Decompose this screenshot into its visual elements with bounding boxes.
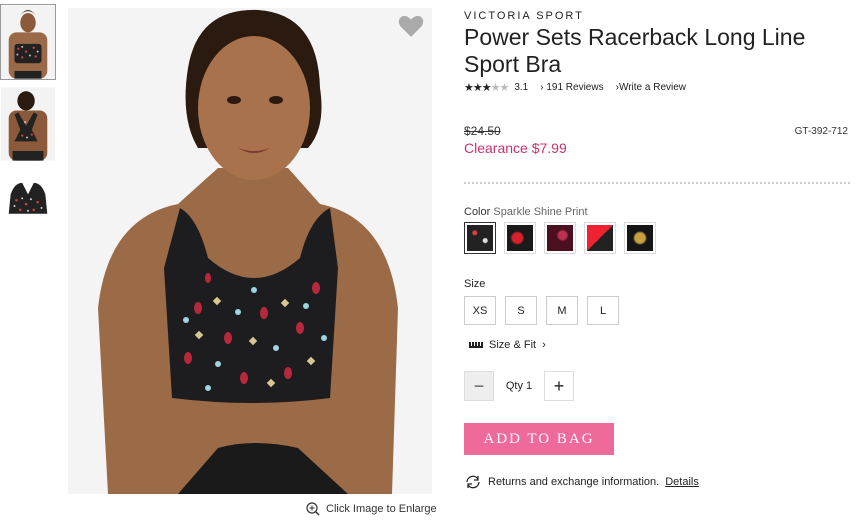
swatch-crown-print[interactable]: [624, 222, 656, 254]
thumbnail-flat[interactable]: [0, 168, 56, 244]
rating-stars: ★★★★★: [464, 82, 509, 94]
size-label: Size: [464, 278, 486, 290]
add-to-bag-button[interactable]: ADD TO BAG: [464, 423, 614, 455]
qty-decrease-button[interactable]: −: [464, 371, 494, 401]
original-price: $24.50: [464, 124, 501, 138]
chevron-right-icon: ›: [542, 339, 546, 351]
swatch-red-floral[interactable]: [504, 222, 536, 254]
zoom-icon: [306, 502, 320, 516]
selected-color-name: Sparkle Shine Print: [493, 206, 588, 218]
rating-row: ★★★★★ 3.1 › 191 Reviews ›Write a Review: [464, 81, 850, 94]
swatch-logo-print[interactable]: [584, 222, 616, 254]
qty-value: 1: [526, 380, 533, 392]
sku-code: GT-392-712: [794, 126, 848, 137]
quantity-stepper: − Qty 1 +: [464, 371, 850, 401]
returns-info: Returns and exchange information. Detail…: [464, 475, 850, 489]
main-product-image[interactable]: [68, 8, 432, 494]
details-link[interactable]: Details: [665, 476, 699, 488]
color-label: Color Sparkle Shine Print: [464, 206, 588, 218]
brand-name: VICTORIA SPORT: [464, 10, 584, 22]
size-m-button[interactable]: M: [546, 296, 578, 325]
thumbnail-back[interactable]: [0, 86, 56, 162]
reviews-link[interactable]: › 191 Reviews: [540, 82, 603, 93]
product-title: Power Sets Racerback Long Line Sport Bra: [464, 24, 806, 77]
size-l-button[interactable]: L: [587, 296, 619, 325]
sale-price: Clearance $7.99: [464, 140, 567, 156]
color-swatches: [464, 222, 850, 254]
size-fit-link[interactable]: Size & Fit ›: [469, 339, 850, 351]
size-options: XS S M L: [464, 296, 850, 325]
enlarge-label: Click Image to Enlarge: [326, 503, 437, 515]
divider: [464, 182, 850, 184]
price-block: $24.50 Clearance $7.99 GT-392-712: [464, 124, 850, 160]
ruler-icon: [469, 342, 483, 348]
size-s-button[interactable]: S: [505, 296, 537, 325]
product-page: Click Image to Enlarge VICTORIA SPORT Po…: [0, 0, 856, 528]
swatch-maroon-floral[interactable]: [544, 222, 576, 254]
product-info: VICTORIA SPORT Power Sets Racerback Long…: [464, 10, 850, 489]
qty-display: Qty 1: [505, 380, 533, 392]
thumbnail-list: [0, 4, 60, 250]
size-xs-button[interactable]: XS: [464, 296, 496, 325]
thumbnail-front[interactable]: [0, 4, 56, 80]
exchange-icon: [466, 475, 480, 489]
returns-text: Returns and exchange information.: [488, 476, 660, 488]
qty-increase-button[interactable]: +: [544, 371, 574, 401]
rating-value: 3.1: [514, 82, 529, 93]
write-review-link[interactable]: ›Write a Review: [616, 82, 686, 93]
favorite-heart-icon[interactable]: [398, 14, 424, 38]
enlarge-link[interactable]: Click Image to Enlarge: [306, 502, 437, 516]
swatch-sparkle-shine[interactable]: [464, 222, 496, 254]
